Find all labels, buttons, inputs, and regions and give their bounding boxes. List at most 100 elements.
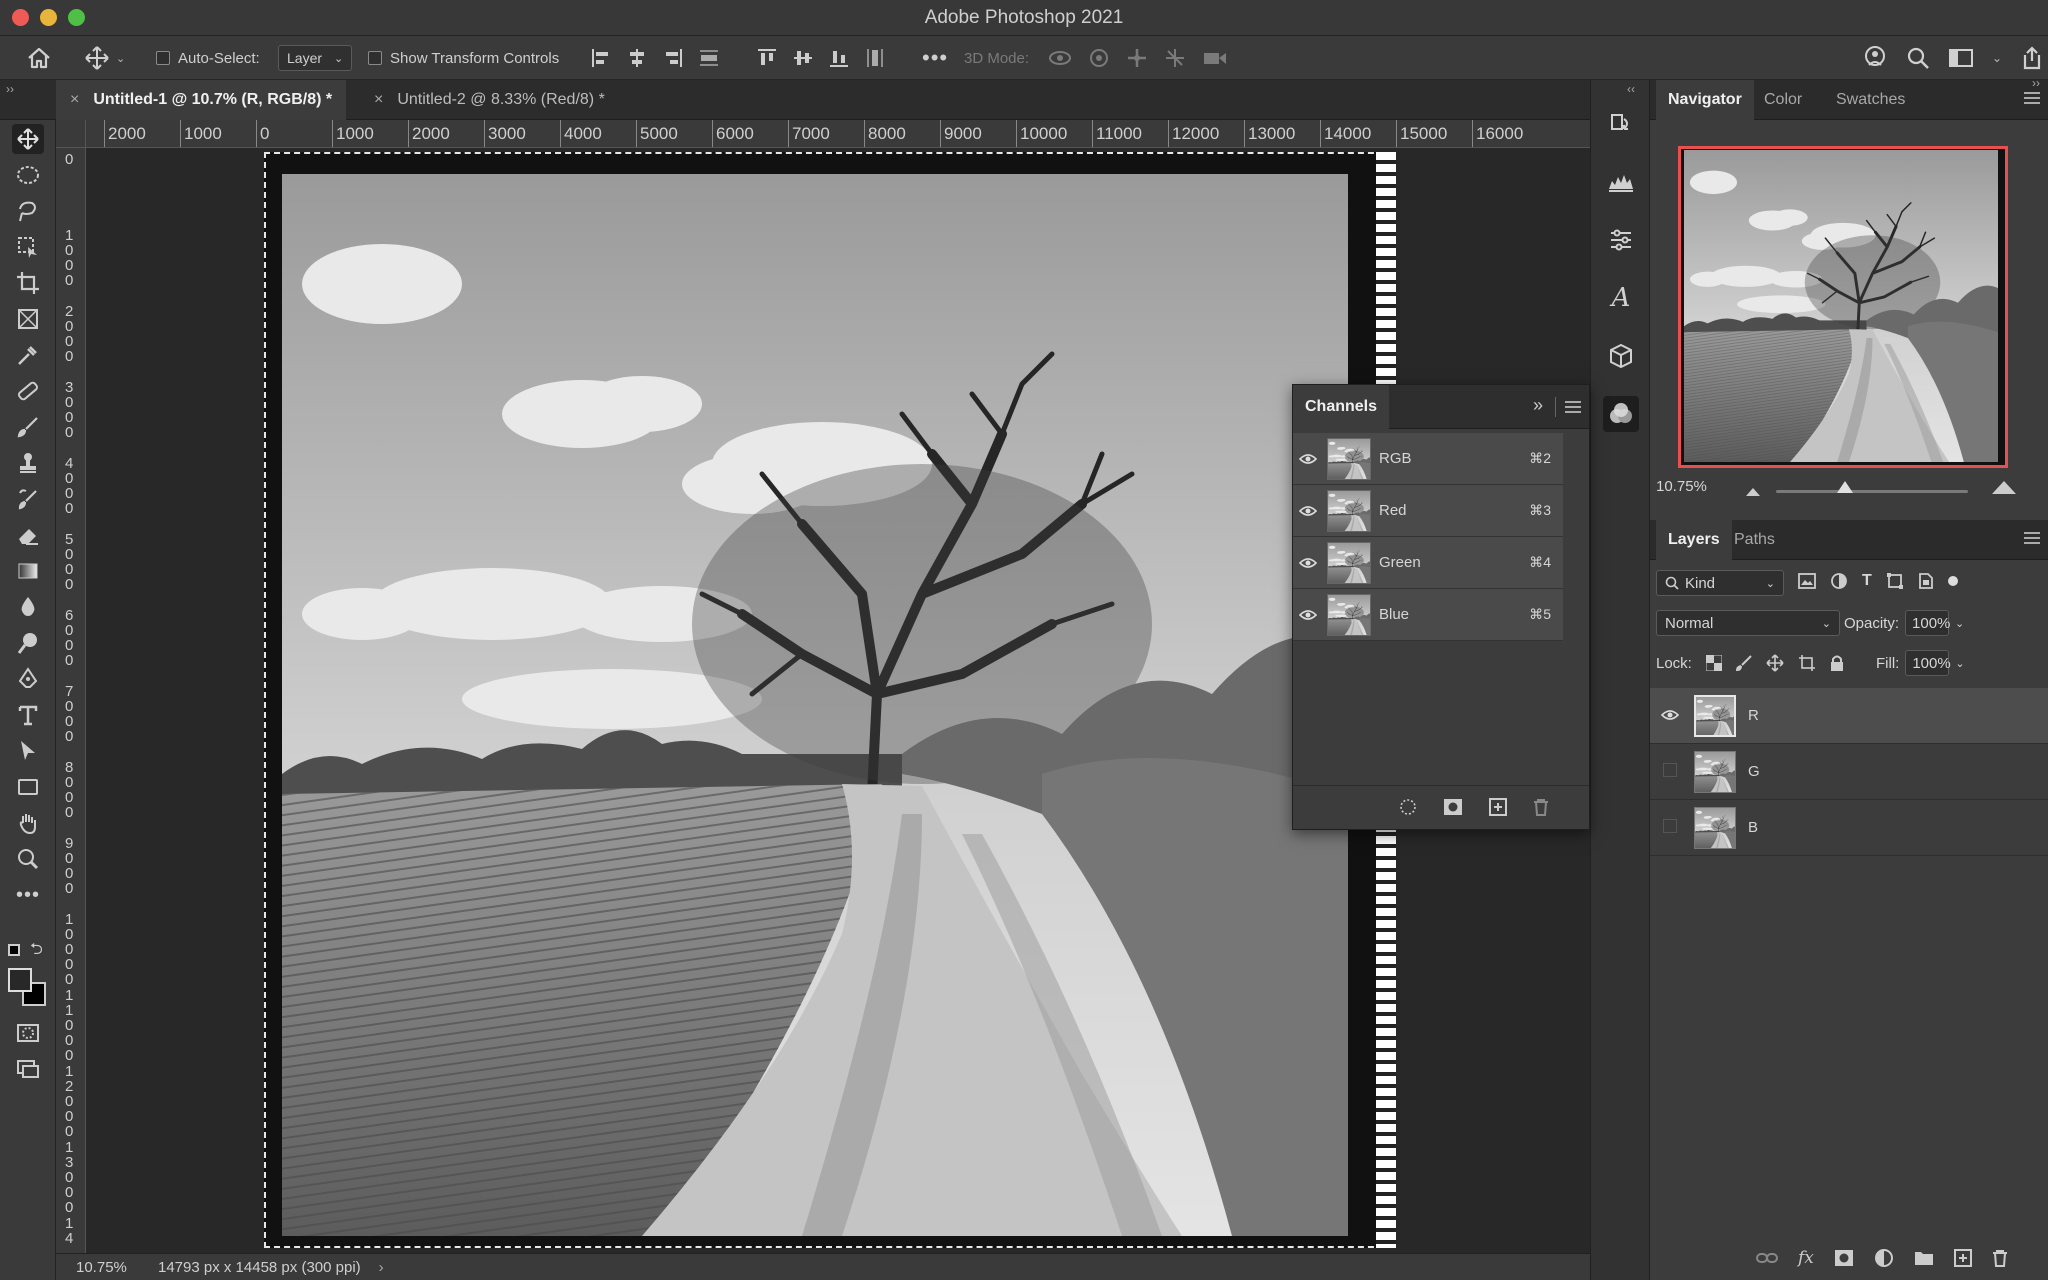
quick-mask-button[interactable] (12, 1018, 44, 1048)
channel-row[interactable]: Red ⌘3 (1293, 485, 1563, 537)
history-brush-tool[interactable] (12, 484, 44, 514)
path-selection-tool[interactable] (12, 736, 44, 766)
tab-channels[interactable]: Channels (1293, 385, 1390, 429)
panel-menu-icon[interactable] (2024, 532, 2040, 544)
panel-menu-icon[interactable] (2024, 92, 2040, 104)
type-tool[interactable] (12, 700, 44, 730)
eyedropper-tool[interactable] (12, 340, 44, 370)
brush-tool[interactable] (12, 412, 44, 442)
history-panel-button[interactable] (1603, 106, 1639, 142)
fill-input[interactable]: 100% (1905, 650, 1951, 676)
healing-brush-tool[interactable] (12, 376, 44, 406)
filter-toggle-icon[interactable] (1947, 576, 1958, 586)
object-selection-tool[interactable] (12, 232, 44, 262)
tab-paths[interactable]: Paths (1722, 520, 1787, 560)
tab-layers[interactable]: Layers (1656, 520, 1732, 560)
layer-effects-icon[interactable]: fx (1798, 1248, 1814, 1268)
eye-icon[interactable] (1660, 708, 1680, 724)
status-zoom[interactable]: 10.75% (76, 1259, 140, 1276)
clone-stamp-tool[interactable] (12, 448, 44, 478)
move-tool-preset[interactable]: ⌄ (84, 36, 125, 80)
edit-toolbar-icon[interactable]: ••• (12, 880, 44, 910)
zoom-out-mountain-icon[interactable] (1746, 486, 1760, 496)
zoom-slider-track[interactable] (1776, 490, 1968, 493)
channels-panel-button[interactable] (1603, 396, 1639, 432)
load-channel-selection-icon[interactable] (1399, 798, 1417, 816)
3d-camera-icon[interactable] (1202, 48, 1228, 68)
panel-collapse-icon[interactable]: ›› (6, 82, 14, 96)
smart-object-filter-icon[interactable] (1918, 572, 1934, 590)
gradient-tool[interactable] (12, 556, 44, 586)
align-left-icon[interactable] (590, 47, 612, 69)
layer-row[interactable]: R (1650, 688, 2048, 744)
status-menu-chevron-icon[interactable]: › (379, 1259, 384, 1276)
home-button[interactable] (26, 36, 52, 80)
blur-tool[interactable] (12, 592, 44, 622)
opacity-input[interactable]: 100% (1905, 610, 1950, 636)
channels-panel-header[interactable]: Channels » (1293, 385, 1589, 429)
auto-select-dropdown[interactable]: Layer ⌄ (278, 45, 353, 71)
histogram-panel-button[interactable] (1603, 164, 1639, 200)
3d-slide-icon[interactable] (1164, 47, 1186, 69)
3d-orbit-icon[interactable] (1048, 47, 1072, 69)
delete-layer-icon[interactable] (1992, 1249, 2008, 1267)
type-layer-filter-icon[interactable]: T (1862, 572, 1872, 590)
workspace-icon[interactable] (1948, 47, 1974, 69)
collapse-panel-icon[interactable]: » (1533, 395, 1543, 416)
shape-layer-filter-icon[interactable] (1886, 572, 1904, 590)
share-icon[interactable] (2020, 45, 2044, 71)
collapse-arrow-icon[interactable]: ‹‹ (1627, 82, 1635, 96)
swap-colors-icon[interactable]: ⮌ (30, 938, 43, 965)
new-group-icon[interactable] (1914, 1250, 1934, 1266)
link-layers-icon[interactable] (1756, 1251, 1778, 1265)
hand-tool[interactable] (12, 808, 44, 838)
save-selection-channel-icon[interactable] (1443, 798, 1463, 816)
zoom-slider-knob[interactable] (1837, 481, 1854, 493)
tab-color[interactable]: Color (1752, 80, 1814, 120)
align-right-icon[interactable] (662, 47, 684, 69)
pen-tool[interactable] (12, 664, 44, 694)
close-tab-icon[interactable]: × (374, 91, 383, 109)
search-icon[interactable] (1906, 46, 1930, 70)
document-canvas[interactable] (264, 152, 1394, 1248)
pixel-layer-filter-icon[interactable] (1798, 573, 1816, 589)
zoom-in-mountain-icon[interactable] (1992, 480, 2016, 494)
chevron-down-icon[interactable]: ⌄ (1955, 657, 1964, 670)
navigator-view-box[interactable] (1678, 146, 2008, 468)
align-top-icon[interactable] (756, 47, 778, 69)
new-layer-icon[interactable] (1953, 1249, 1972, 1267)
lock-all-icon[interactable] (1830, 654, 1844, 672)
adjustments-panel-button[interactable] (1603, 222, 1639, 258)
3d-panel-button[interactable] (1603, 338, 1639, 374)
default-colors-icon[interactable] (8, 944, 20, 956)
glyphs-panel-button[interactable]: A (1603, 280, 1639, 316)
eye-icon[interactable] (1299, 609, 1323, 621)
crop-tool[interactable] (12, 268, 44, 298)
3d-pan-icon[interactable] (1126, 47, 1148, 69)
align-middle-icon[interactable] (792, 47, 814, 69)
channel-row[interactable]: Green ⌘4 (1293, 537, 1563, 589)
new-adjustment-layer-icon[interactable] (1874, 1248, 1894, 1268)
3d-roll-icon[interactable] (1088, 47, 1110, 69)
marquee-tool[interactable] (12, 160, 44, 190)
align-bottom-icon[interactable] (828, 47, 850, 69)
tab-untitled-1[interactable]: × Untitled-1 @ 10.7% (R, RGB/8) * (56, 80, 347, 120)
channel-row[interactable]: Blue ⌘5 (1293, 589, 1563, 641)
move-tool[interactable] (12, 124, 44, 154)
adjustment-layer-filter-icon[interactable] (1830, 572, 1848, 590)
frame-tool[interactable] (12, 304, 44, 334)
eye-icon[interactable] (1299, 505, 1323, 517)
tab-swatches[interactable]: Swatches (1824, 80, 1917, 120)
foreground-color-swatch[interactable] (8, 968, 32, 992)
user-account-icon[interactable] (1862, 45, 1888, 71)
blend-mode-dropdown[interactable]: Normal ⌄ (1656, 610, 1840, 636)
zoom-tool[interactable] (12, 844, 44, 874)
auto-select-checkbox[interactable] (156, 51, 170, 65)
ruler-origin[interactable] (56, 120, 86, 148)
new-channel-icon[interactable] (1489, 798, 1507, 816)
visibility-toggle[interactable] (1660, 763, 1680, 780)
tab-untitled-2[interactable]: × Untitled-2 @ 8.33% (Red/8) * (360, 80, 619, 120)
distribute-vertical-icon[interactable] (698, 47, 720, 69)
eye-icon[interactable] (1299, 453, 1323, 465)
panel-menu-icon[interactable] (1565, 401, 1581, 413)
